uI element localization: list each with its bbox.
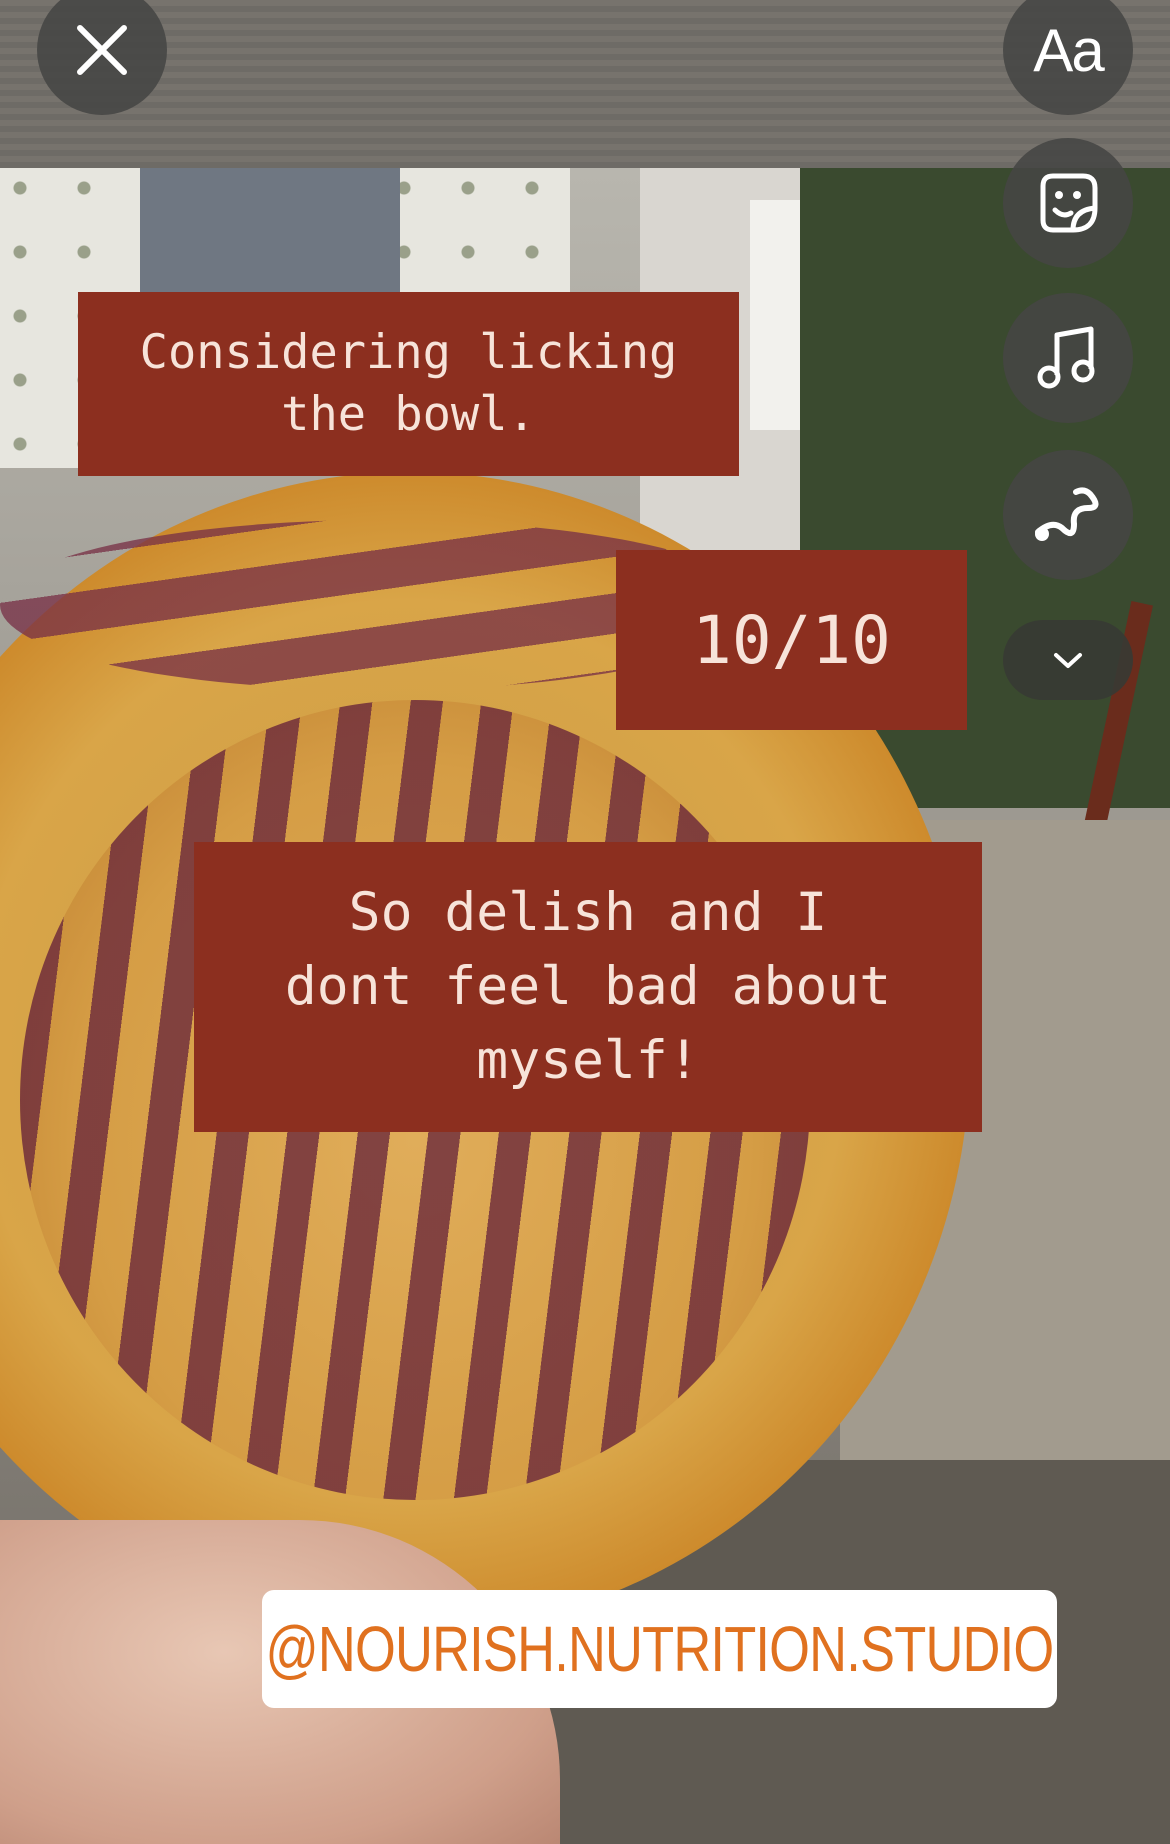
mention-text: @NOURISH.NUTRITION.STUDIO <box>265 1613 1055 1685</box>
music-note-icon <box>1037 326 1095 389</box>
more-tools-button[interactable] <box>1003 620 1133 700</box>
story-editor: Aa Considering licking the bowl. 10/10 S… <box>0 0 1170 1844</box>
chevron-down-icon <box>1054 653 1082 668</box>
close-icon <box>77 25 127 75</box>
music-button[interactable] <box>1003 293 1133 423</box>
caption-sticker[interactable]: Considering licking the bowl. <box>78 292 739 476</box>
draw-squiggle-icon <box>1035 487 1099 541</box>
mention-sticker[interactable]: @NOURISH.NUTRITION.STUDIO <box>262 1590 1057 1708</box>
draw-button[interactable] <box>1003 450 1133 580</box>
text-icon: Aa <box>1033 16 1104 84</box>
caption-sticker[interactable]: So delish and I dont feel bad about myse… <box>194 842 982 1132</box>
sticker-button[interactable] <box>1003 138 1133 268</box>
sticker-icon <box>1040 173 1098 233</box>
top-bar-background <box>0 0 1170 168</box>
rating-sticker[interactable]: 10/10 <box>616 550 967 730</box>
